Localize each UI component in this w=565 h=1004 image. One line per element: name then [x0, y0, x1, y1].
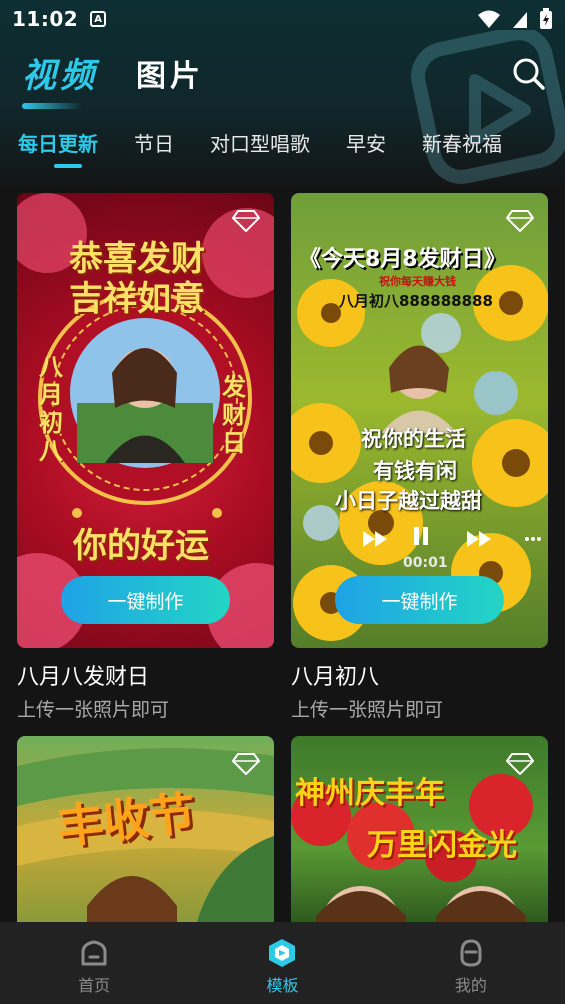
- profile-icon: [460, 939, 482, 967]
- poster-small: 祝你每天赚大钱: [379, 275, 456, 288]
- category-tab-label: 节日: [134, 132, 174, 156]
- template-card[interactable]: 《今天8月8发财日》 祝你每天赚大钱 八月初八888888888 祝你的生活 有…: [291, 193, 548, 721]
- template-preview[interactable]: 神州庆丰年 万里闪金光: [291, 736, 548, 922]
- battery-charging-icon: [540, 8, 552, 29]
- bottom-navigation: 首页 模板 我的: [0, 922, 565, 1004]
- category-tab-lip-sync[interactable]: 对口型唱歌: [210, 128, 310, 157]
- poster-lyric2: 有钱有闲: [373, 459, 457, 483]
- tab-image[interactable]: 图片: [136, 51, 204, 97]
- template-card[interactable]: 恭喜发财 吉祥如意 八月初八 发财日 你的好运 一键制作 八月八发财日 上传一张…: [17, 193, 274, 721]
- vip-diamond-icon[interactable]: [506, 752, 534, 776]
- vip-diamond-icon[interactable]: [232, 209, 260, 233]
- status-time: 11:02: [12, 7, 79, 31]
- search-icon: [513, 58, 545, 90]
- poster-lyric1: 祝你的生活: [361, 427, 466, 451]
- nav-profile-label: 我的: [454, 976, 487, 995]
- card-title: 八月初八: [291, 665, 380, 690]
- template-preview[interactable]: 《今天8月8发财日》 祝你每天赚大钱 八月初八888888888 祝你的生活 有…: [291, 193, 548, 648]
- tab-video-label: 视频: [22, 56, 98, 96]
- poster-bottom: 你的好运: [73, 526, 209, 566]
- vip-diamond-icon[interactable]: [506, 209, 534, 233]
- app-notification-icon: A: [90, 11, 107, 27]
- category-tab-festival[interactable]: 节日: [134, 128, 174, 157]
- category-tab-label: 对口型唱歌: [210, 132, 310, 156]
- category-tab-morning[interactable]: 早安: [346, 128, 386, 157]
- nav-profile[interactable]: 我的: [377, 922, 565, 1004]
- wifi-icon: [478, 10, 500, 28]
- make-button[interactable]: 一键制作: [61, 576, 230, 624]
- main-tabs: 视频 图片: [22, 48, 204, 109]
- category-tabs: 每日更新 节日 对口型唱歌 早安 新春祝福: [18, 128, 502, 168]
- template-preview[interactable]: 恭喜发财 吉祥如意 八月初八 发财日 你的好运 一键制作: [17, 193, 274, 648]
- vip-diamond-icon[interactable]: [232, 752, 260, 776]
- category-tab-daily[interactable]: 每日更新: [18, 128, 98, 168]
- signal-icon: [513, 12, 527, 28]
- poster-line1: 神州庆丰年: [295, 776, 445, 811]
- make-button[interactable]: 一键制作: [335, 576, 504, 624]
- poster-headline: 《今天8月8发财日》: [299, 247, 506, 272]
- tab-image-label: 图片: [136, 59, 204, 94]
- template-icon: [269, 939, 296, 967]
- video-timer: 00:01: [403, 555, 448, 571]
- poster-line2: 吉祥如意: [69, 279, 205, 319]
- template-preview[interactable]: 丰收节: [17, 736, 274, 922]
- template-card[interactable]: 神州庆丰年 万里闪金光: [291, 736, 548, 922]
- template-card[interactable]: 丰收节: [17, 736, 274, 922]
- poster-date: 八月初八888888888: [339, 292, 493, 310]
- play-logo-watermark-icon: [411, 30, 565, 184]
- category-tab-new-year[interactable]: 新春祝福: [422, 128, 502, 157]
- poster-lyric3: 小日子越过越甜: [335, 489, 482, 513]
- category-tab-label: 新春祝福: [422, 132, 502, 156]
- poster-left-vertical: 八月初八: [39, 353, 63, 465]
- category-indicator: [54, 164, 82, 168]
- category-tab-label: 每日更新: [18, 132, 98, 156]
- home-icon: [81, 940, 107, 966]
- card-subtitle: 上传一张照片即可: [17, 699, 170, 721]
- tab-video[interactable]: 视频: [22, 48, 98, 109]
- category-tab-label: 早安: [346, 132, 386, 156]
- card-title: 八月八发财日: [17, 665, 150, 690]
- nav-home[interactable]: 首页: [0, 922, 188, 1004]
- nav-home-label: 首页: [78, 976, 111, 995]
- search-button[interactable]: [511, 56, 547, 92]
- poster-right-vertical: 发财日: [222, 373, 246, 457]
- card-subtitle: 上传一张照片即可: [291, 699, 444, 721]
- status-icons: [477, 8, 553, 30]
- active-tab-indicator: [22, 103, 82, 109]
- status-bar: 11:02 A: [0, 0, 565, 38]
- poster-line2: 万里闪金光: [367, 828, 517, 863]
- nav-template[interactable]: 模板: [188, 922, 376, 1004]
- nav-template-label: 模板: [266, 976, 299, 995]
